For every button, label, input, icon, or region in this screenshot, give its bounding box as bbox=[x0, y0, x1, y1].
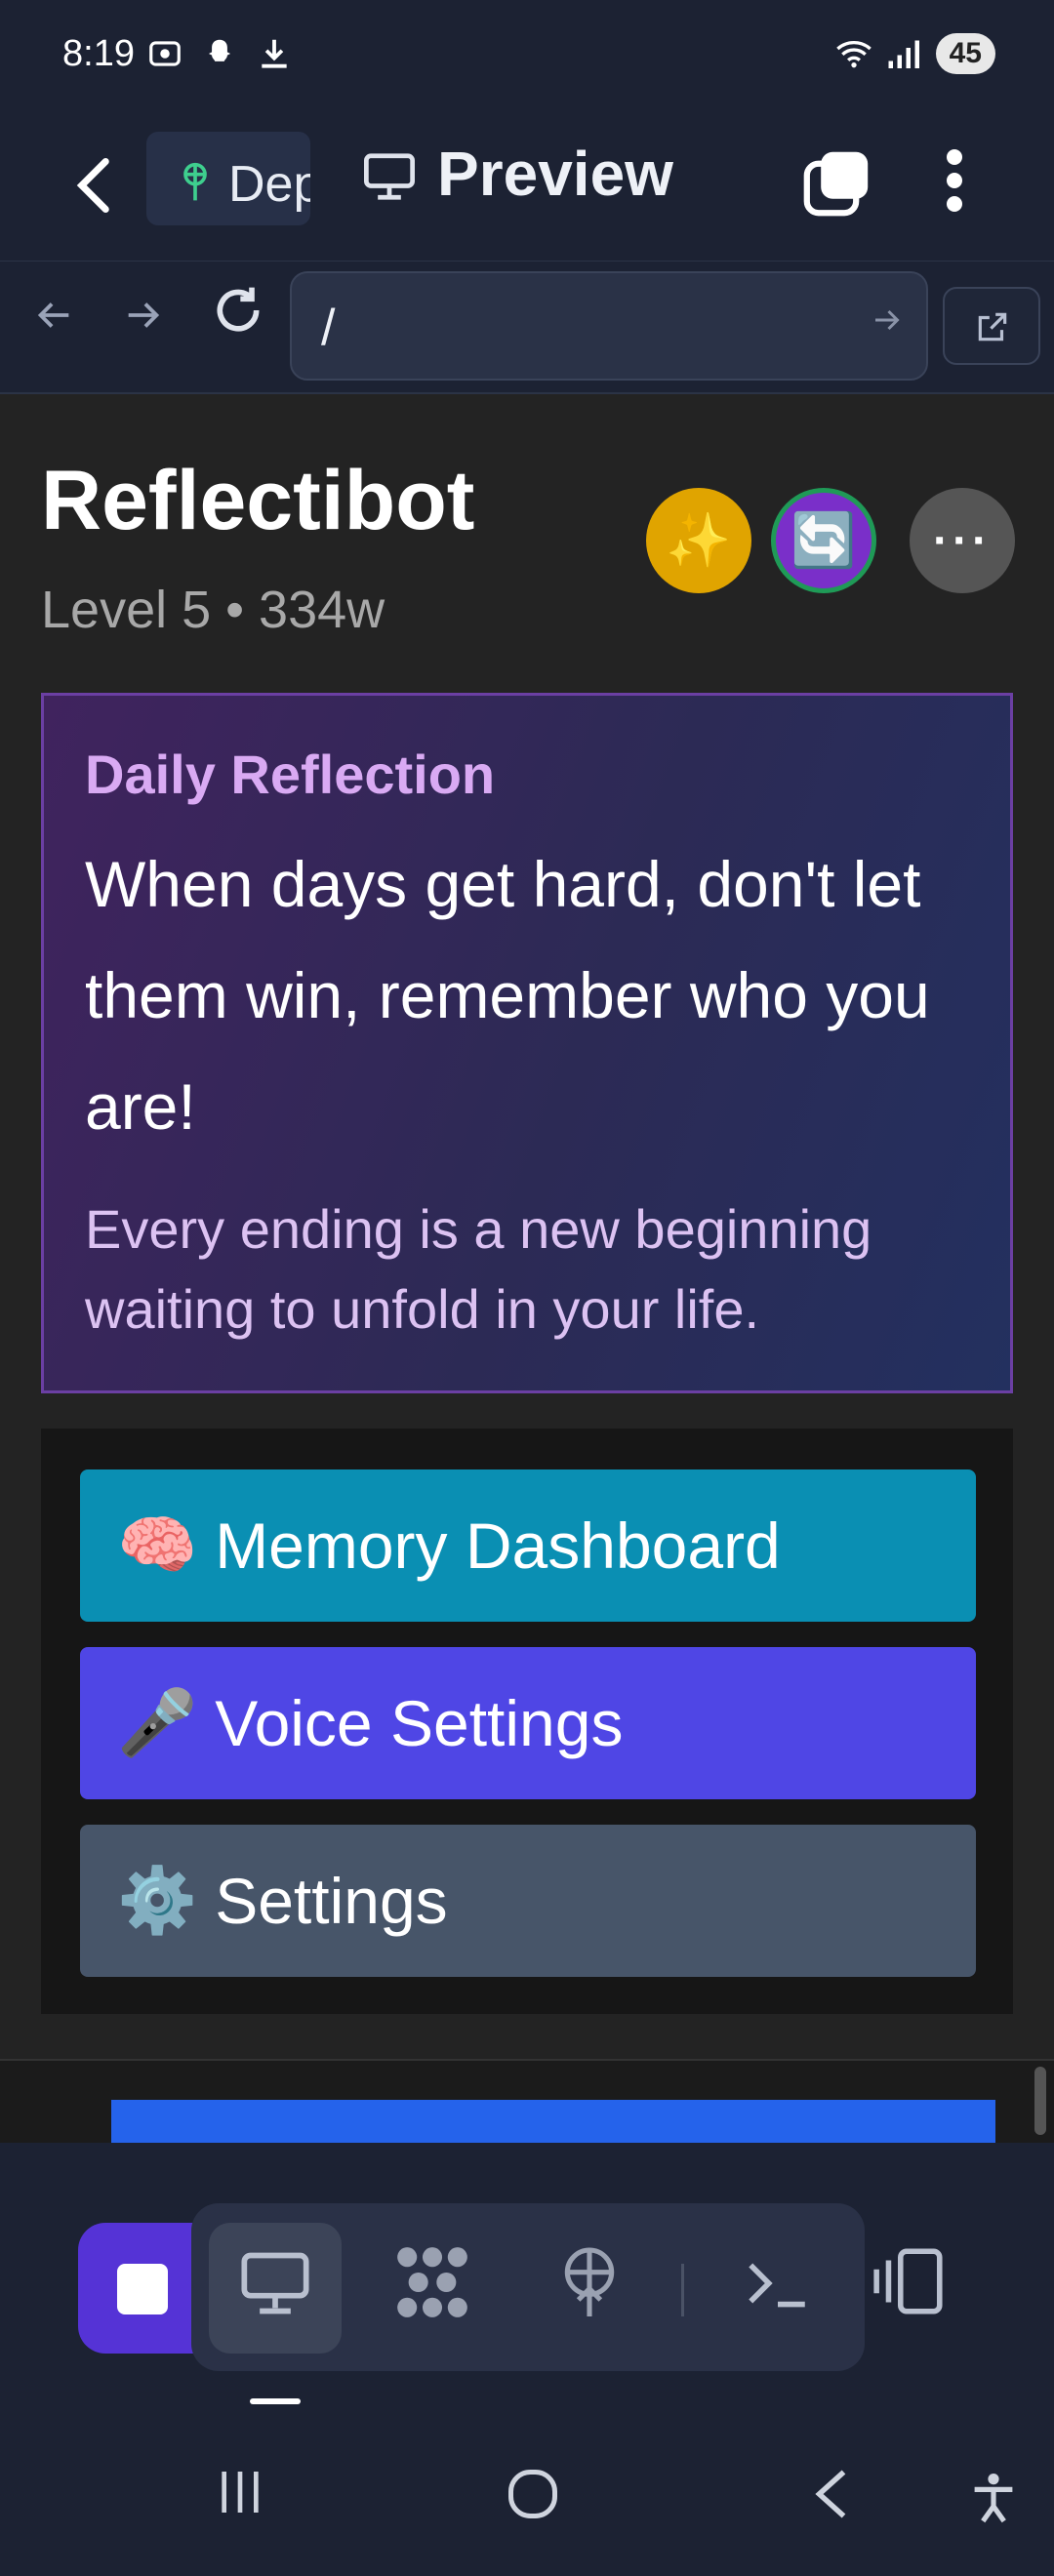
status-notification-icons bbox=[146, 35, 293, 72]
status-system-icons: 45 bbox=[834, 33, 995, 74]
more-button[interactable]: ··· bbox=[910, 488, 1015, 593]
bottom-toolbar bbox=[0, 2143, 1054, 2406]
reload-icon[interactable] bbox=[211, 283, 265, 338]
refresh-button[interactable]: 🔄 bbox=[771, 488, 876, 593]
url-text: / bbox=[321, 300, 336, 356]
url-input[interactable]: / bbox=[290, 271, 928, 381]
brain-icon: 🧠 bbox=[117, 1509, 198, 1581]
microphone-icon: 🎤 bbox=[117, 1686, 198, 1758]
memory-dashboard-button[interactable]: 🧠 Memory Dashboard bbox=[80, 1469, 976, 1622]
status-bar: 8:19 45 bbox=[0, 0, 1054, 112]
reflection-subtext: Every ending is a new beginning waiting … bbox=[85, 1198, 872, 1340]
wifi-icon bbox=[835, 41, 872, 68]
browser-toolbar: / bbox=[0, 262, 1054, 394]
gear-icon: ⚙️ bbox=[117, 1864, 198, 1936]
stop-button[interactable] bbox=[78, 2223, 205, 2354]
home-icon[interactable] bbox=[504, 2465, 562, 2523]
accessibility-icon[interactable] bbox=[968, 2471, 1019, 2525]
system-back-icon[interactable] bbox=[806, 2465, 857, 2523]
app-level: Level 5 • 334w bbox=[41, 581, 385, 639]
download-icon bbox=[262, 39, 287, 68]
tabs-switcher-icon[interactable] bbox=[802, 147, 872, 218]
menu-panel: 🧠 Memory Dashboard 🎤 Voice Settings ⚙️ S… bbox=[41, 1429, 1013, 2014]
status-time: 8:19 bbox=[62, 33, 135, 74]
monitor-icon bbox=[364, 153, 415, 200]
snapchat-icon bbox=[208, 39, 231, 61]
signal-icon bbox=[888, 40, 919, 68]
battery-indicator: 45 bbox=[935, 33, 995, 74]
app-header: Deploy Preview bbox=[0, 112, 1054, 262]
active-tab-indicator bbox=[250, 2398, 301, 2404]
agent-tool-icon[interactable] bbox=[390, 2240, 474, 2324]
voice-settings-label: Voice Settings bbox=[215, 1687, 624, 1759]
nav-back-icon[interactable] bbox=[31, 291, 76, 340]
device-tool-icon[interactable] bbox=[871, 2244, 949, 2318]
memory-dashboard-label: Memory Dashboard bbox=[215, 1509, 781, 1582]
deploy-tool-icon[interactable] bbox=[556, 2244, 623, 2322]
bottom-preview-strip bbox=[0, 2059, 1054, 2145]
app-title: Reflectibot bbox=[41, 454, 475, 547]
external-link-icon bbox=[978, 312, 1007, 342]
system-nav-bar bbox=[0, 2406, 1054, 2576]
open-external-button[interactable] bbox=[943, 287, 1040, 365]
recent-apps-icon[interactable] bbox=[213, 2465, 267, 2519]
sparkles-button[interactable]: ✨ bbox=[646, 488, 751, 593]
voice-settings-button[interactable]: 🎤 Voice Settings bbox=[80, 1647, 976, 1799]
daily-reflection-card: Daily Reflection When days get hard, don… bbox=[41, 693, 1013, 1393]
tab-deploy-label: Deploy bbox=[228, 156, 310, 213]
back-arrow-icon[interactable] bbox=[64, 151, 123, 220]
page-title: Preview bbox=[437, 139, 673, 209]
deploy-icon bbox=[183, 162, 207, 201]
reflection-heading: Daily Reflection bbox=[85, 744, 496, 805]
screenshot-icon bbox=[149, 41, 181, 66]
toolbar-divider bbox=[681, 2264, 684, 2316]
monitor-tool-icon[interactable] bbox=[238, 2248, 312, 2318]
terminal-tool-icon[interactable] bbox=[742, 2248, 814, 2318]
reflection-quote: When days get hard, don't let them win, … bbox=[85, 848, 930, 1143]
nav-forward-icon[interactable] bbox=[121, 291, 166, 340]
stop-icon bbox=[117, 2264, 168, 2314]
blue-bar bbox=[111, 2100, 995, 2143]
settings-button[interactable]: ⚙️ Settings bbox=[80, 1825, 976, 1977]
preview-content: Reflectibot Level 5 • 334w ✨ 🔄 ··· Daily… bbox=[0, 394, 1054, 2059]
tab-deploy[interactable]: Deploy bbox=[146, 132, 310, 225]
scrollbar[interactable] bbox=[1034, 2067, 1046, 2135]
more-options-icon[interactable] bbox=[937, 141, 972, 220]
go-arrow-icon[interactable] bbox=[870, 302, 905, 338]
settings-label: Settings bbox=[215, 1865, 448, 1937]
